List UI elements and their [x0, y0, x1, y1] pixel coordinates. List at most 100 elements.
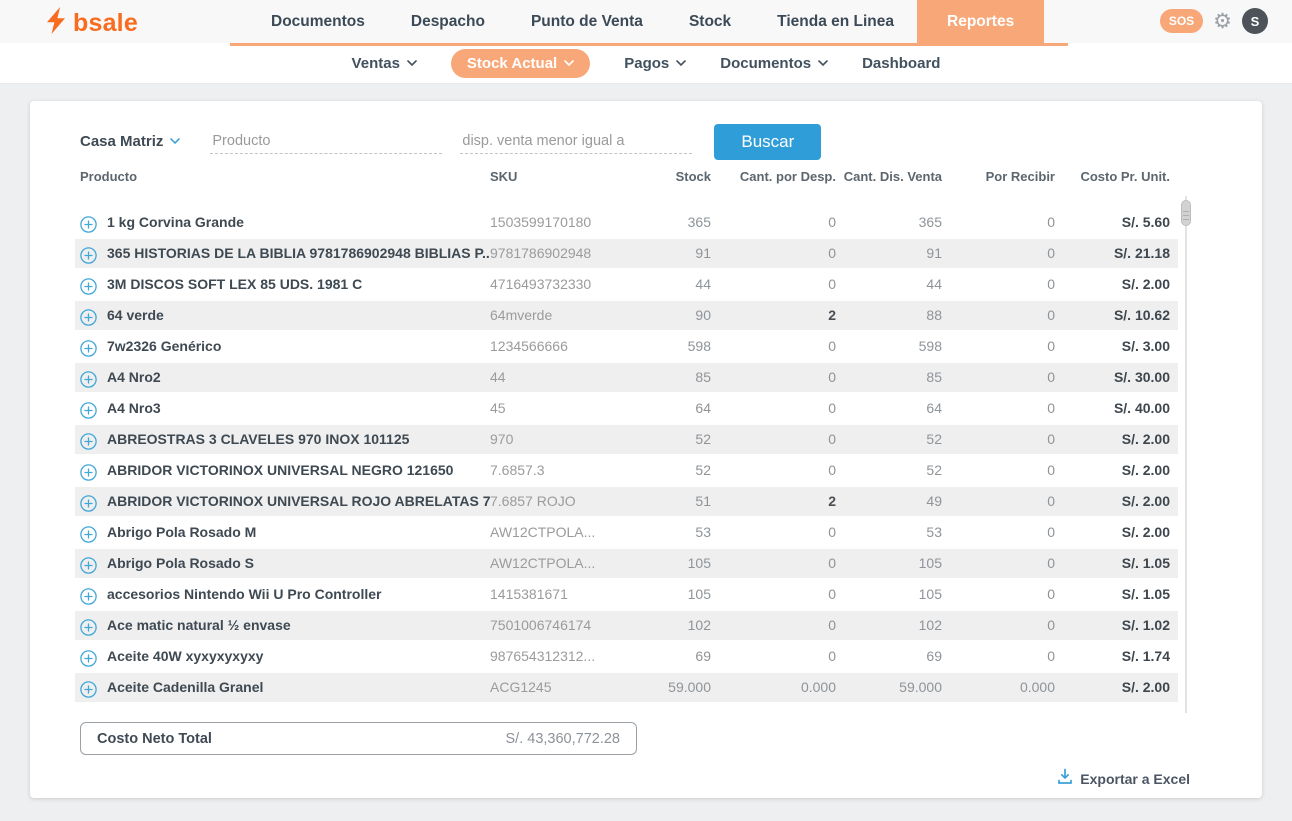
cant-por-desp-cell: 0 — [711, 208, 836, 237]
table-row[interactable]: Ace matic natural ½ envase 7501006746174… — [75, 611, 1178, 640]
filter-row: Casa Matriz Buscar — [30, 101, 1262, 161]
expand-plus-icon[interactable] — [80, 214, 97, 231]
sku-cell: 64mverde — [490, 301, 630, 330]
costo-cell: S/. 2.00 — [1055, 425, 1178, 454]
branch-selector[interactable]: Casa Matriz — [80, 133, 180, 150]
costo-cell: S/. 1.74 — [1055, 642, 1178, 671]
expand-plus-icon[interactable] — [80, 338, 97, 355]
main-nav: Documentos Despacho Punto de Venta Stock… — [248, 0, 1044, 46]
nav-item-punto-de-venta[interactable]: Punto de Venta — [508, 0, 666, 43]
por-recibir-cell: 0.000 — [942, 673, 1055, 702]
por-recibir-cell: 0 — [942, 549, 1055, 578]
cant-por-desp-cell: 0 — [711, 456, 836, 485]
product-name: 7w2326 Genérico — [107, 332, 221, 361]
sos-button[interactable]: SOS — [1160, 9, 1203, 33]
sku-cell: 1415381671 — [490, 580, 630, 609]
export-excel-button[interactable]: Exportar a Excel — [30, 768, 1262, 790]
expand-plus-icon[interactable] — [80, 524, 97, 541]
nav-item-tienda-en-linea[interactable]: Tienda en Linea — [754, 0, 917, 43]
product-name-cell: A4 Nro3 — [75, 394, 490, 423]
product-name: Abrigo Pola Rosado M — [107, 518, 256, 547]
table-row[interactable]: 365 HISTORIAS DE LA BIBLIA 9781786902948… — [75, 239, 1178, 268]
expand-plus-icon[interactable] — [80, 648, 97, 665]
table-row[interactable]: A4 Nro2 44 85 0 85 0 S/. 30.00 — [75, 363, 1178, 392]
table-row[interactable]: ABREOSTRAS 3 CLAVELES 970 INOX 101125 97… — [75, 425, 1178, 454]
cant-dis-venta-cell: 88 — [836, 301, 942, 330]
product-name-cell: ABRIDOR VICTORINOX UNIVERSAL NEGRO 12165… — [75, 456, 490, 485]
table-row[interactable]: Aceite 40W xyxyxyxyxy 987654312312... 69… — [75, 642, 1178, 671]
subnav-pagos[interactable]: Pagos — [624, 55, 686, 72]
col-por-recibir: Por Recibir — [942, 169, 1055, 184]
stock-cell: 69 — [630, 642, 711, 671]
gear-icon[interactable]: ⚙ — [1213, 11, 1232, 32]
sku-cell: 7.6857.3 — [490, 456, 630, 485]
product-search-input[interactable] — [210, 129, 442, 154]
table-row[interactable]: A4 Nro3 45 64 0 64 0 S/. 40.00 — [75, 394, 1178, 423]
table-row[interactable]: 3M DISCOS SOFT LEX 85 UDS. 1981 C 471649… — [75, 270, 1178, 299]
product-name-cell: Abrigo Pola Rosado M — [75, 518, 490, 547]
por-recibir-cell: 0 — [942, 208, 1055, 237]
product-name-cell: ABRIDOR VICTORINOX UNIVERSAL ROJO ABRELA… — [75, 487, 490, 516]
subnav-ventas[interactable]: Ventas — [352, 55, 417, 72]
por-recibir-cell: 0 — [942, 642, 1055, 671]
cant-por-desp-cell: 0 — [711, 549, 836, 578]
bsale-logo[interactable]: bsale — [45, 7, 138, 39]
expand-plus-icon[interactable] — [80, 462, 97, 479]
sku-cell: 7501006746174 — [490, 611, 630, 640]
scrollbar-track[interactable] — [1185, 196, 1187, 713]
sku-cell: 987654312312... — [490, 642, 630, 671]
expand-plus-icon[interactable] — [80, 307, 97, 324]
expand-plus-icon[interactable] — [80, 369, 97, 386]
nav-item-stock[interactable]: Stock — [666, 0, 754, 43]
disp-venta-input[interactable] — [460, 129, 692, 154]
expand-plus-icon[interactable] — [80, 245, 97, 262]
expand-plus-icon[interactable] — [80, 617, 97, 634]
sku-cell: ACG1245 — [490, 673, 630, 702]
por-recibir-cell: 0 — [942, 487, 1055, 516]
cant-dis-venta-cell: 105 — [836, 580, 942, 609]
nav-item-documentos[interactable]: Documentos — [248, 0, 388, 43]
expand-plus-icon[interactable] — [80, 431, 97, 448]
cant-dis-venta-cell: 59.000 — [836, 673, 942, 702]
stock-cell: 105 — [630, 580, 711, 609]
nav-item-despacho[interactable]: Despacho — [388, 0, 508, 43]
expand-plus-icon[interactable] — [80, 679, 97, 696]
por-recibir-cell: 0 — [942, 518, 1055, 547]
table-row[interactable]: 64 verde 64mverde 90 2 88 0 S/. 10.62 — [75, 301, 1178, 330]
table-row[interactable]: Abrigo Pola Rosado S AW12CTPOLA... 105 0… — [75, 549, 1178, 578]
stock-cell: 102 — [630, 611, 711, 640]
product-name: ABRIDOR VICTORINOX UNIVERSAL ROJO ABRELA… — [107, 487, 490, 516]
scrollbar-thumb[interactable] — [1181, 200, 1191, 226]
cant-por-desp-cell: 0 — [711, 363, 836, 392]
stock-report-card: Casa Matriz Buscar Producto SKU Stock Ca… — [30, 101, 1262, 798]
sku-cell: 970 — [490, 425, 630, 454]
user-avatar[interactable]: S — [1242, 8, 1268, 34]
col-cant-por-desp: Cant. por Desp. — [711, 169, 836, 184]
search-button[interactable]: Buscar — [714, 124, 821, 160]
expand-plus-icon[interactable] — [80, 400, 97, 417]
expand-plus-icon[interactable] — [80, 586, 97, 603]
cant-por-desp-cell: 0 — [711, 332, 836, 361]
table-row[interactable]: ABRIDOR VICTORINOX UNIVERSAL NEGRO 12165… — [75, 456, 1178, 485]
stock-cell: 90 — [630, 301, 711, 330]
cant-dis-venta-cell: 44 — [836, 270, 942, 299]
table-row[interactable]: ABRIDOR VICTORINOX UNIVERSAL ROJO ABRELA… — [75, 487, 1178, 516]
cant-dis-venta-cell: 91 — [836, 239, 942, 268]
subnav-dashboard[interactable]: Dashboard — [862, 55, 940, 72]
cant-dis-venta-cell: 53 — [836, 518, 942, 547]
table-row[interactable]: Abrigo Pola Rosado M AW12CTPOLA... 53 0 … — [75, 518, 1178, 547]
subnav-documentos[interactable]: Documentos — [720, 55, 828, 72]
expand-plus-icon[interactable] — [80, 493, 97, 510]
table-row[interactable]: 1 kg Corvina Grande 1503599170180 365 0 … — [75, 208, 1178, 237]
expand-plus-icon[interactable] — [80, 276, 97, 293]
table-row[interactable]: accesorios Nintendo Wii U Pro Controller… — [75, 580, 1178, 609]
nav-item-reportes[interactable]: Reportes — [917, 0, 1044, 46]
expand-plus-icon[interactable] — [80, 555, 97, 572]
subnav-stock-actual[interactable]: Stock Actual — [451, 49, 590, 78]
product-name-cell: Aceite 40W xyxyxyxyxy — [75, 642, 490, 671]
table-row[interactable]: Aceite Cadenilla Granel ACG1245 59.000 0… — [75, 673, 1178, 702]
product-name-cell: 64 verde — [75, 301, 490, 330]
table-row[interactable]: 7w2326 Genérico 1234566666 598 0 598 0 S… — [75, 332, 1178, 361]
cant-dis-venta-cell: 105 — [836, 549, 942, 578]
col-cant-dis-venta: Cant. Dis. Venta — [836, 169, 942, 184]
